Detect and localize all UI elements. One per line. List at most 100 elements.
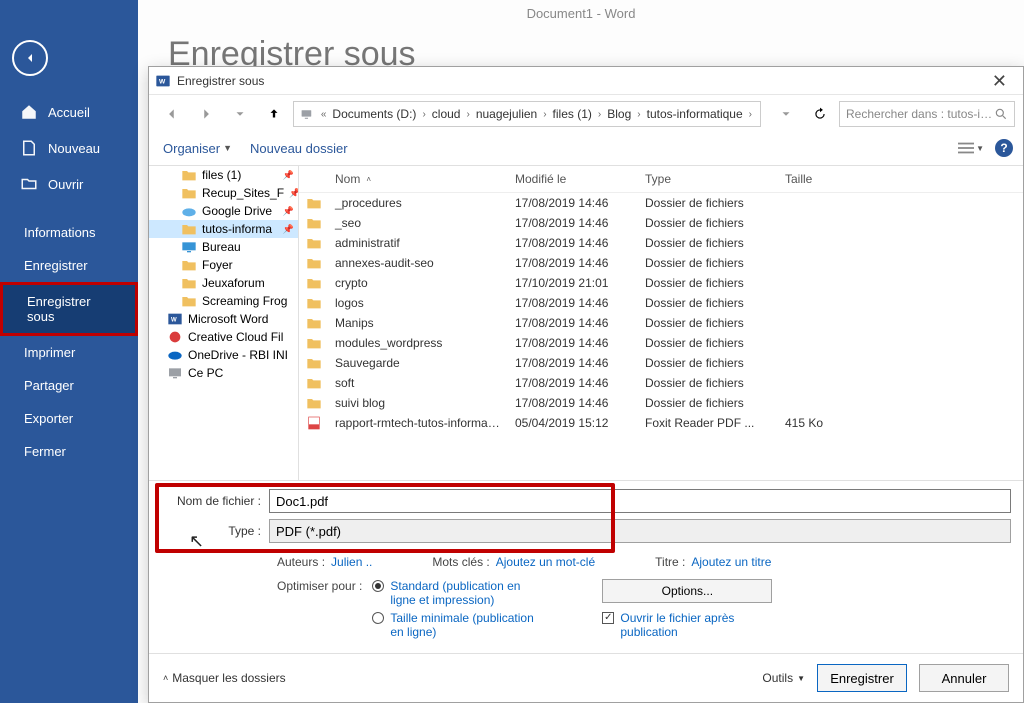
sidebar-item-partager[interactable]: Partager <box>0 369 138 402</box>
tree-item[interactable]: Foyer <box>149 256 298 274</box>
open-after-checkbox[interactable]: Ouvrir le fichier après publication <box>602 611 772 639</box>
file-row[interactable]: annexes-audit-seo17/08/2019 14:46Dossier… <box>299 253 1023 273</box>
search-icon <box>994 107 1008 121</box>
breadcrumb-item[interactable]: Documents (D:) <box>330 107 418 121</box>
radio-icon <box>372 612 384 624</box>
breadcrumb-item[interactable]: files (1) <box>551 107 594 121</box>
sidebar-item-imprimer[interactable]: Imprimer <box>0 336 138 369</box>
title-value[interactable]: Ajoutez un titre <box>691 555 771 569</box>
sidebar-label: Nouveau <box>48 141 100 156</box>
app-title: Document1 - Word <box>168 6 994 21</box>
filename-input[interactable] <box>269 489 1011 513</box>
cursor-icon: ↖ <box>189 531 204 552</box>
tree-item[interactable]: Google Drive📌 <box>149 202 298 220</box>
filename-label: Nom de fichier : <box>161 494 269 508</box>
tree-item[interactable]: Recup_Sites_F📌 <box>149 184 298 202</box>
refresh-button[interactable] <box>805 101 835 127</box>
file-row[interactable]: _seo17/08/2019 14:46Dossier de fichiers <box>299 213 1023 233</box>
sidebar-item-exporter[interactable]: Exporter <box>0 402 138 435</box>
tree-item[interactable]: Bureau <box>149 238 298 256</box>
keywords-value[interactable]: Ajoutez un mot-clé <box>496 555 595 569</box>
sidebar-item-ouvrir[interactable]: Ouvrir <box>0 166 138 202</box>
breadcrumb-item[interactable]: nuagejulien <box>474 107 539 121</box>
breadcrumb-item[interactable]: Blog <box>605 107 633 121</box>
hide-folders-toggle[interactable]: ˄Masquer les dossiers <box>163 671 286 685</box>
save-as-dialog: W Enregistrer sous ✕ « Documents (D:)› c… <box>148 66 1024 703</box>
tree-item[interactable]: Ce PC <box>149 364 298 382</box>
col-modified[interactable]: Modifié le <box>509 170 639 188</box>
pin-icon: 📌 <box>283 206 294 217</box>
file-row[interactable]: crypto17/10/2019 21:01Dossier de fichier… <box>299 273 1023 293</box>
save-button[interactable]: Enregistrer <box>817 664 907 692</box>
checkbox-icon <box>602 612 614 624</box>
sidebar-item-accueil[interactable]: Accueil <box>0 94 138 130</box>
pin-icon: 📌 <box>283 170 294 181</box>
list-view-icon <box>958 141 974 155</box>
authors-value[interactable]: Julien .. <box>331 555 372 569</box>
pin-icon: 📌 <box>283 224 294 235</box>
radio-minimal[interactable]: Taille minimale (publication en ligne) <box>372 611 542 639</box>
col-name[interactable]: Nom˄ <box>329 170 509 188</box>
breadcrumb-item[interactable]: cloud <box>430 107 463 121</box>
sidebar-item-informations[interactable]: Informations <box>0 216 138 249</box>
filetype-select[interactable]: PDF (*.pdf) <box>269 519 1011 543</box>
sidebar-label: Ouvrir <box>48 177 83 192</box>
close-button[interactable]: ✕ <box>982 70 1017 92</box>
tree-item[interactable]: OneDrive - RBI INI <box>149 346 298 364</box>
pin-icon: 📌 <box>289 188 298 199</box>
chevron-right-icon: « <box>319 109 329 120</box>
file-row[interactable]: Manips17/08/2019 14:46Dossier de fichier… <box>299 313 1023 333</box>
options-button[interactable]: Options... <box>602 579 772 603</box>
nav-back-button[interactable] <box>157 101 187 127</box>
title-label: Titre : <box>655 555 685 569</box>
sidebar-item-enregistrer[interactable]: Enregistrer <box>0 249 138 282</box>
filetype-label: Type : <box>161 524 269 538</box>
file-list: Nom˄ Modifié le Type Taille _procedures1… <box>299 166 1023 480</box>
tree-item[interactable]: Jeuxaforum <box>149 274 298 292</box>
back-arrow[interactable] <box>12 40 48 76</box>
file-row[interactable]: administratif17/08/2019 14:46Dossier de … <box>299 233 1023 253</box>
help-button[interactable]: ? <box>995 139 1013 157</box>
tree-item[interactable]: files (1)📌 <box>149 166 298 184</box>
keywords-label: Mots clés : <box>432 555 489 569</box>
tree-item[interactable]: tutos-informa📌 <box>149 220 298 238</box>
radio-standard[interactable]: Standard (publication en ligne et impres… <box>372 579 542 607</box>
file-row[interactable]: _procedures17/08/2019 14:46Dossier de fi… <box>299 193 1023 213</box>
nav-forward-button <box>191 101 221 127</box>
search-input[interactable]: Rechercher dans : tutos-infor... <box>839 101 1015 127</box>
sidebar-item-nouveau[interactable]: Nouveau <box>0 130 138 166</box>
sidebar-item-enregistrer-sous[interactable]: Enregistrer sous <box>0 282 138 336</box>
tools-dropdown[interactable]: Outils▼ <box>762 671 805 685</box>
tree-item[interactable]: Creative Cloud Fil <box>149 328 298 346</box>
tree-item[interactable]: Screaming Frog <box>149 292 298 310</box>
optimize-label: Optimiser pour : <box>277 579 362 639</box>
sidebar-item-fermer[interactable]: Fermer <box>0 435 138 468</box>
open-icon <box>20 175 38 193</box>
svg-text:W: W <box>171 318 177 324</box>
file-row[interactable]: modules_wordpress17/08/2019 14:46Dossier… <box>299 333 1023 353</box>
radio-icon <box>372 580 384 592</box>
file-row[interactable]: suivi blog17/08/2019 14:46Dossier de fic… <box>299 393 1023 413</box>
file-row[interactable]: Sauvegarde17/08/2019 14:46Dossier de fic… <box>299 353 1023 373</box>
file-row[interactable]: rapport-rmtech-tutos-informatique_com...… <box>299 413 1023 433</box>
folder-tree: files (1)📌Recup_Sites_F📌Google Drive📌tut… <box>149 166 299 480</box>
col-type[interactable]: Type <box>639 170 779 188</box>
tree-item[interactable]: WMicrosoft Word <box>149 310 298 328</box>
nav-up-button[interactable] <box>259 101 289 127</box>
sidebar-label: Accueil <box>48 105 90 120</box>
path-dropdown-button[interactable] <box>771 101 801 127</box>
dialog-title: Enregistrer sous <box>177 74 982 88</box>
new-icon <box>20 139 38 157</box>
file-row[interactable]: logos17/08/2019 14:46Dossier de fichiers <box>299 293 1023 313</box>
breadcrumb-bar[interactable]: « Documents (D:)› cloud› nuagejulien› fi… <box>293 101 761 127</box>
breadcrumb-item[interactable]: tutos-informatique <box>645 107 745 121</box>
organise-button[interactable]: Organiser▼ <box>159 139 236 158</box>
view-mode-button[interactable]: ▼ <box>957 137 985 159</box>
new-folder-button[interactable]: Nouveau dossier <box>246 139 352 158</box>
cancel-button[interactable]: Annuler <box>919 664 1009 692</box>
file-row[interactable]: soft17/08/2019 14:46Dossier de fichiers <box>299 373 1023 393</box>
home-icon <box>20 103 38 121</box>
nav-recent-button[interactable] <box>225 101 255 127</box>
pc-icon <box>300 106 313 122</box>
col-size[interactable]: Taille <box>779 170 879 188</box>
